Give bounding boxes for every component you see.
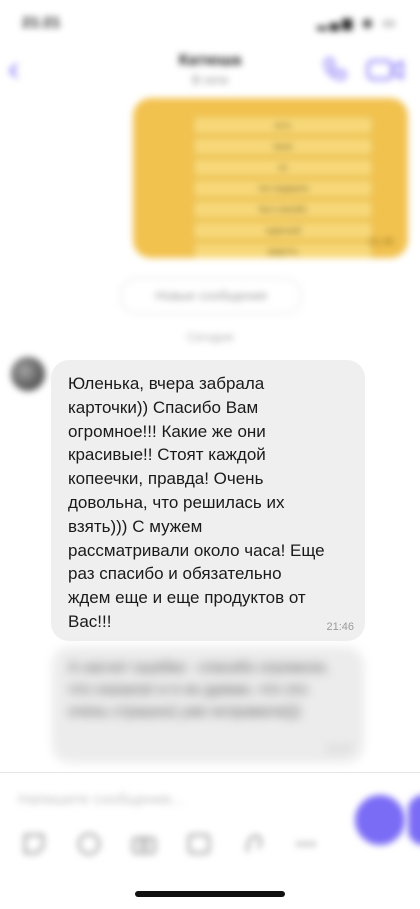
image-message[interactable]: есть иные из тих подарили был спасибо чу…	[133, 98, 408, 258]
composer-divider	[0, 772, 420, 773]
chat-header: ‹ Катюша В сети	[0, 44, 420, 104]
card-row: чудесный	[193, 221, 373, 240]
card-row: радость	[193, 242, 373, 258]
contact-info[interactable]: Катюша В сети	[0, 52, 420, 87]
card-row: из	[193, 158, 373, 177]
card-row: тих подарили	[193, 179, 373, 198]
message-time: 21:46	[326, 621, 354, 633]
more-icon[interactable]	[292, 830, 320, 858]
avatar[interactable]	[11, 357, 45, 391]
card-row: был спасибо	[193, 200, 373, 219]
doodle-icon[interactable]	[240, 830, 268, 858]
video-call-icon[interactable]	[366, 58, 406, 82]
message-text: А насчет ошибки - спасибо огромное, что …	[68, 659, 330, 720]
status-bar: 21:21 ▂▄▆ ◉ ▭	[0, 0, 420, 44]
status-icons: ▂▄▆ ◉ ▭	[316, 15, 398, 30]
phone-icon[interactable]	[322, 56, 348, 82]
day-separator: Сегодня	[187, 330, 233, 344]
gallery-icon[interactable]	[185, 830, 213, 858]
message-time: 21:47	[326, 744, 352, 755]
composer-toolbar	[0, 824, 350, 864]
message-input[interactable]: Напишите сообщение...	[18, 788, 338, 812]
gift-card-image: есть иные из тих подарили был спасибо чу…	[193, 116, 373, 258]
contact-status: В сети	[192, 73, 228, 87]
card-row: иные	[193, 137, 373, 156]
card-row: есть	[193, 116, 373, 135]
contact-name: Катюша	[178, 52, 242, 69]
status-time: 21:21	[22, 14, 61, 31]
home-indicator	[135, 891, 285, 897]
message-time: 21:45	[368, 237, 394, 248]
gif-icon[interactable]	[75, 830, 103, 858]
incoming-message[interactable]: Юленька, вчера забрала карточки)) Спасиб…	[51, 360, 365, 641]
sticker-icon[interactable]	[20, 830, 48, 858]
voice-message-button[interactable]	[355, 795, 405, 845]
incoming-message[interactable]: А насчет ошибки - спасибо огромное, что …	[52, 647, 364, 763]
message-text: Юленька, вчера забрала карточки)) Спасиб…	[68, 374, 325, 631]
camera-icon[interactable]	[130, 830, 158, 858]
send-button[interactable]	[408, 795, 420, 845]
new-messages-button[interactable]: Новые сообщения	[120, 278, 302, 314]
